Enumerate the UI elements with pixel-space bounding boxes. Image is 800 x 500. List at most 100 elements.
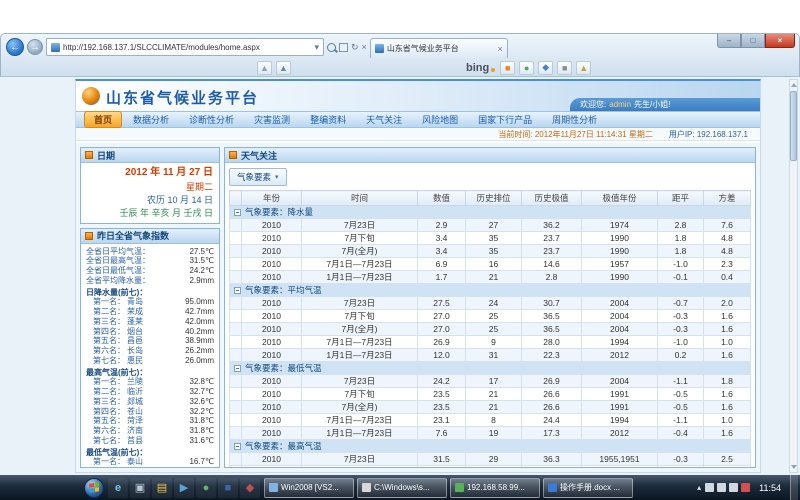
table-row[interactable]: 20107月1日—7月23日26.9928.01994-1.01.0 [230, 336, 751, 349]
scroll-down-icon[interactable] [791, 465, 797, 469]
tab-favicon-icon [375, 44, 384, 53]
table-row[interactable]: 20107月(全月)27.02536.52004-0.31.6 [230, 323, 751, 336]
table-row[interactable]: 20107月下旬3.43523.719901.84.8 [230, 232, 751, 245]
browser-forward-button[interactable]: → [27, 39, 43, 55]
collapse-icon[interactable] [234, 443, 241, 450]
explorer-folder-icon[interactable]: ▤ [152, 478, 172, 498]
table-row[interactable]: 20107月下旬31.42535.31951-0.31.9 [230, 466, 751, 468]
weather-table-body: 气象要素：降水量20107月23日2.92736.219742.87.62010… [230, 206, 751, 468]
taskbar-window-4[interactable]: 操作手册.docx ... [543, 478, 633, 498]
taskbar-window-2[interactable]: C:\Windows\s... [357, 478, 447, 498]
minimize-button[interactable]: – [717, 34, 741, 48]
nav-item-7[interactable]: 风险地图 [413, 112, 467, 127]
collapse-icon[interactable] [234, 287, 241, 294]
window-icon[interactable]: ▣ [130, 478, 150, 498]
page-favicon-icon [51, 43, 60, 52]
update-icon[interactable] [705, 483, 714, 492]
favorites-thumbnail-icon[interactable]: ▲ [257, 61, 272, 75]
tab-close-icon[interactable]: × [498, 44, 503, 54]
compatibility-view-icon[interactable] [339, 43, 348, 52]
volume-icon[interactable] [729, 483, 738, 492]
col-year[interactable]: 年份 [242, 191, 302, 206]
photo-thumbnail-icon[interactable]: ▲ [276, 61, 291, 75]
table-row[interactable]: 20101月1日—7月23日1.7212.81990-0.10.4 [230, 271, 751, 284]
col-value[interactable]: 数值 [418, 191, 466, 206]
col-rank[interactable]: 历史排位 [466, 191, 522, 206]
address-bar[interactable]: http://192.168.137.1/SLCCLIMATE/modules/… [46, 38, 324, 56]
tray-expand-icon[interactable]: ▴ [697, 483, 701, 492]
table-row[interactable]: 20107月(全月)23.52126.61991-0.51.6 [230, 401, 751, 414]
element-filter-button[interactable]: 气象要素 ▾ [229, 168, 287, 186]
section-label: 气象要素：降水量 [245, 207, 313, 217]
table-row[interactable]: 20107月下旬23.52126.61991-0.51.6 [230, 388, 751, 401]
start-button[interactable] [84, 478, 104, 498]
col-extreme-year[interactable]: 极值年份 [582, 191, 658, 206]
table-row[interactable]: 20107月23日31.52936.31955,1951-0.32.5 [230, 453, 751, 466]
stop-icon[interactable]: × [362, 43, 367, 52]
table-row[interactable]: 20101月1日—7月23日12.03122.320120.21.6 [230, 349, 751, 362]
search-icon[interactable] [327, 43, 336, 52]
close-button[interactable]: × [765, 34, 795, 48]
nav-item-3[interactable]: 诊断性分析 [180, 112, 243, 127]
nav-item-1[interactable]: 首页 [84, 111, 122, 128]
table-row[interactable]: 20107月1日—7月23日6.91614.61957-1.02.3 [230, 258, 751, 271]
table-row[interactable]: 20107月(全月)3.43523.719901.84.8 [230, 245, 751, 258]
scrollbar-thumb[interactable] [790, 91, 797, 161]
security-icon[interactable]: ◆ [240, 478, 260, 498]
taskbar-window-3[interactable]: 192.168.58.99... [450, 478, 540, 498]
collapse-icon[interactable] [234, 365, 241, 372]
rank-item: 第三名：蓬莱42.0mm [86, 317, 214, 327]
antivirus-icon[interactable] [741, 483, 750, 492]
welcome-bar: 欢迎您: admin 先生/小姐! [570, 98, 760, 111]
bing-logo[interactable]: bing [466, 62, 495, 74]
nav-item-6[interactable]: 天气关注 [357, 112, 411, 127]
col-time[interactable]: 时间 [302, 191, 418, 206]
taskbar-window-1[interactable]: Win2008 [VS2... [264, 478, 354, 498]
table-row[interactable]: 20101月1日—7月23日7.61917.32012-0.41.6 [230, 427, 751, 440]
network-icon[interactable] [717, 483, 726, 492]
mail-icon[interactable]: ■ [557, 61, 572, 75]
col-extreme[interactable]: 历史极值 [522, 191, 582, 206]
col-variance[interactable]: 方差 [704, 191, 751, 206]
nav-item-4[interactable]: 灾害监测 [245, 112, 299, 127]
table-section-row[interactable]: 气象要素：最低气温 [230, 362, 751, 375]
vs-icon[interactable]: ■ [218, 478, 238, 498]
date-panel-body: 2012 年 11 月 27 日 星期二 农历 10 月 14 日 壬辰 年 辛… [81, 163, 219, 223]
show-desktop-button[interactable] [790, 475, 798, 500]
nav-item-9[interactable]: 周期性分析 [543, 112, 606, 127]
ie-icon[interactable]: e [108, 478, 128, 498]
media-player-icon[interactable]: ▶ [174, 478, 194, 498]
refresh-icon[interactable]: ↻ [351, 43, 359, 52]
table-section-row[interactable]: 气象要素：平均气温 [230, 284, 751, 297]
nav-item-2[interactable]: 数据分析 [124, 112, 178, 127]
browser-tab[interactable]: 山东省气候业务平台 × [370, 38, 508, 58]
messenger-icon[interactable]: ● [196, 478, 216, 498]
browser-back-button[interactable]: ← [6, 38, 24, 56]
messenger-icon[interactable]: ● [519, 61, 534, 75]
scroll-up-icon[interactable] [791, 83, 797, 87]
msn-icon[interactable]: ■ [500, 61, 515, 75]
table-section-row[interactable]: 气象要素：最高气温 [230, 440, 751, 453]
nav-item-5[interactable]: 整编资料 [301, 112, 355, 127]
weather-panel-header: 天气关注 [225, 148, 755, 163]
table-row[interactable]: 20107月1日—7月23日23.1824.41994-1.11.0 [230, 414, 751, 427]
table-row[interactable]: 20107月23日2.92736.219742.87.6 [230, 219, 751, 232]
address-dropdown-icon[interactable]: ▾ [314, 43, 319, 52]
nav-item-8[interactable]: 国家下行产品 [469, 112, 541, 127]
maximize-button[interactable]: □ [741, 34, 765, 48]
home-icon[interactable]: ▲ [576, 61, 591, 75]
table-row[interactable]: 20107月23日27.52430.72004-0.72.0 [230, 297, 751, 310]
taskbar-clock[interactable]: 11:54 [759, 483, 781, 493]
site-banner: 山东省气候业务平台 欢迎您: admin 先生/小姐! [76, 81, 760, 111]
table-section-row[interactable]: 气象要素：降水量 [230, 206, 751, 219]
collapse-icon[interactable] [234, 209, 241, 216]
site-title: 山东省气候业务平台 [106, 87, 259, 108]
page-scrollbar[interactable] [789, 79, 798, 473]
rank-item: 第二名：荣成42.7mm [86, 307, 214, 317]
table-row[interactable]: 20107月下旬27.02536.52004-0.31.6 [230, 310, 751, 323]
table-row[interactable]: 20107月23日24.21726.92004-1.11.8 [230, 375, 751, 388]
col-anomaly[interactable]: 距平 [658, 191, 704, 206]
content-area: 日期 2012 年 11 月 27 日 星期二 农历 10 月 14 日 壬辰 … [76, 143, 760, 472]
tray-icons [705, 483, 750, 492]
camera-icon[interactable]: ◆ [538, 61, 553, 75]
